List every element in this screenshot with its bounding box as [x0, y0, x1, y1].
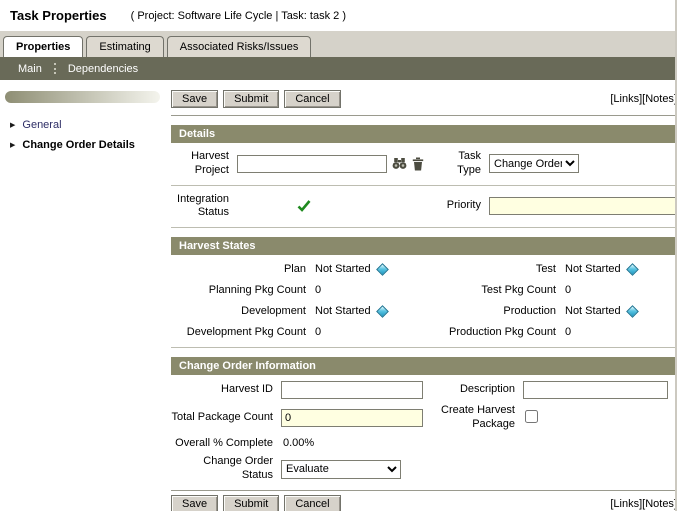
green-check-icon	[297, 200, 311, 212]
overall-pct-complete-label: Overall % Complete	[171, 437, 281, 451]
priority-label: Priority	[437, 199, 481, 213]
production-label: Production	[421, 305, 565, 317]
notes-link-bottom[interactable]: [Notes]	[642, 498, 675, 510]
development-value: Not Started	[315, 305, 421, 317]
status-diamond-icon	[626, 305, 639, 318]
overall-pct-complete-value: 0.00%	[281, 437, 431, 449]
harvest-project-label: Harvest Project	[171, 150, 229, 178]
test-pkg-count-label: Test Pkg Count	[421, 284, 565, 296]
subnav-item-dependencies[interactable]: Dependencies	[58, 63, 148, 75]
clear-trash-icon[interactable]	[412, 157, 424, 171]
save-button-top[interactable]: Save	[171, 90, 218, 108]
harvest-states-section-header: Harvest States	[171, 237, 675, 255]
plan-label: Plan	[171, 263, 315, 275]
development-label: Development	[171, 305, 315, 317]
sidebar-item-label: Change Order Details	[22, 139, 134, 151]
tab-properties[interactable]: Properties	[3, 36, 83, 57]
harvest-project-input[interactable]	[237, 155, 387, 173]
total-package-count-input[interactable]	[281, 409, 423, 427]
save-button-bottom[interactable]: Save	[171, 495, 218, 511]
harvest-id-input[interactable]	[281, 381, 423, 399]
subnav-divider	[54, 63, 56, 74]
triangle-right-icon: ▶	[10, 121, 15, 129]
details-section-header: Details	[171, 125, 675, 143]
description-input[interactable]	[523, 381, 668, 399]
harvest-project-field: Harvest Project	[171, 150, 429, 178]
test-value: Not Started	[565, 263, 675, 275]
tab-associated-risks-issues[interactable]: Associated Risks/Issues	[167, 36, 312, 57]
create-harvest-package-checkbox[interactable]	[525, 410, 538, 423]
task-type-select[interactable]: Change Order	[489, 154, 579, 173]
production-pkg-count-value: 0	[565, 326, 675, 338]
priority-field: Priority	[429, 197, 675, 215]
subnav-item-main[interactable]: Main	[8, 63, 52, 75]
page-context: ( Project: Software Life Cycle | Task: t…	[131, 10, 346, 22]
details-row-1: Harvest Project	[171, 143, 675, 186]
task-type-label: Task Type	[437, 150, 481, 178]
subnav-bar: Main Dependencies	[0, 57, 675, 80]
sidebar-header-bar	[5, 91, 160, 103]
page-header: Task Properties ( Project: Software Life…	[0, 0, 675, 31]
sidebar: ▶ General ▶ Change Order Details	[0, 80, 168, 511]
tab-bar: Properties Estimating Associated Risks/I…	[0, 31, 675, 57]
change-order-status-select[interactable]: Evaluate	[281, 460, 401, 479]
triangle-right-icon: ▶	[10, 141, 15, 149]
change-order-section-header: Change Order Information	[171, 357, 675, 375]
development-pkg-count-label: Development Pkg Count	[171, 326, 315, 338]
task-type-field: Task Type Change Order	[429, 150, 579, 178]
submit-button-bottom[interactable]: Submit	[223, 495, 279, 511]
tab-estimating[interactable]: Estimating	[86, 36, 163, 57]
details-row-2: Integration Status Priority	[171, 186, 675, 229]
main-content: Save Submit Cancel [Links][Notes] Detail…	[168, 80, 675, 511]
test-pkg-count-value: 0	[565, 284, 675, 296]
sidebar-item-general[interactable]: ▶ General	[0, 115, 168, 135]
production-value: Not Started	[565, 305, 675, 317]
status-diamond-icon	[376, 263, 389, 276]
page-title: Task Properties	[10, 8, 107, 23]
status-text: Not Started	[315, 263, 371, 275]
plan-value: Not Started	[315, 263, 421, 275]
integration-status-label: Integration Status	[171, 193, 229, 221]
priority-input[interactable]	[489, 197, 675, 215]
submit-button-top[interactable]: Submit	[223, 90, 279, 108]
status-text: Not Started	[565, 263, 621, 275]
sidebar-item-change-order-details[interactable]: ▶ Change Order Details	[0, 135, 168, 155]
development-pkg-count-value: 0	[315, 326, 421, 338]
toolbar-top: Save Submit Cancel [Links][Notes]	[171, 90, 675, 116]
total-package-count-label: Total Package Count	[171, 411, 281, 425]
production-pkg-count-label: Production Pkg Count	[421, 326, 565, 338]
harvest-id-label: Harvest ID	[171, 383, 281, 397]
change-order-grid: Harvest ID Description Total Package Cou…	[171, 375, 675, 488]
status-text: Not Started	[315, 305, 371, 317]
task-properties-page: Task Properties ( Project: Software Life…	[0, 0, 677, 511]
toolbar-links-top: [Links][Notes]	[610, 93, 675, 105]
notes-link-top[interactable]: [Notes]	[642, 93, 675, 105]
integration-status-field: Integration Status	[171, 193, 429, 221]
status-text: Not Started	[565, 305, 621, 317]
sidebar-item-label: General	[22, 119, 61, 131]
browse-binoculars-icon[interactable]	[392, 157, 407, 170]
toolbar-bottom: Save Submit Cancel [Links][Notes]	[171, 490, 675, 511]
status-diamond-icon	[626, 263, 639, 276]
cancel-button-top[interactable]: Cancel	[284, 90, 340, 108]
planning-pkg-count-value: 0	[315, 284, 421, 296]
links-link-bottom[interactable]: [Links]	[610, 498, 642, 510]
create-harvest-package-label: Create Harvest Package	[431, 404, 523, 432]
test-label: Test	[421, 263, 565, 275]
description-label: Description	[431, 383, 523, 397]
change-order-status-label: Change Order Status	[171, 455, 281, 483]
cancel-button-bottom[interactable]: Cancel	[284, 495, 340, 511]
links-link-top[interactable]: [Links]	[610, 93, 642, 105]
status-diamond-icon	[376, 305, 389, 318]
planning-pkg-count-label: Planning Pkg Count	[171, 284, 315, 296]
body-row: ▶ General ▶ Change Order Details Save Su…	[0, 80, 675, 511]
toolbar-links-bottom: [Links][Notes]	[610, 498, 675, 510]
harvest-states-grid: Plan Not Started Test Not Started Planni…	[171, 255, 675, 348]
